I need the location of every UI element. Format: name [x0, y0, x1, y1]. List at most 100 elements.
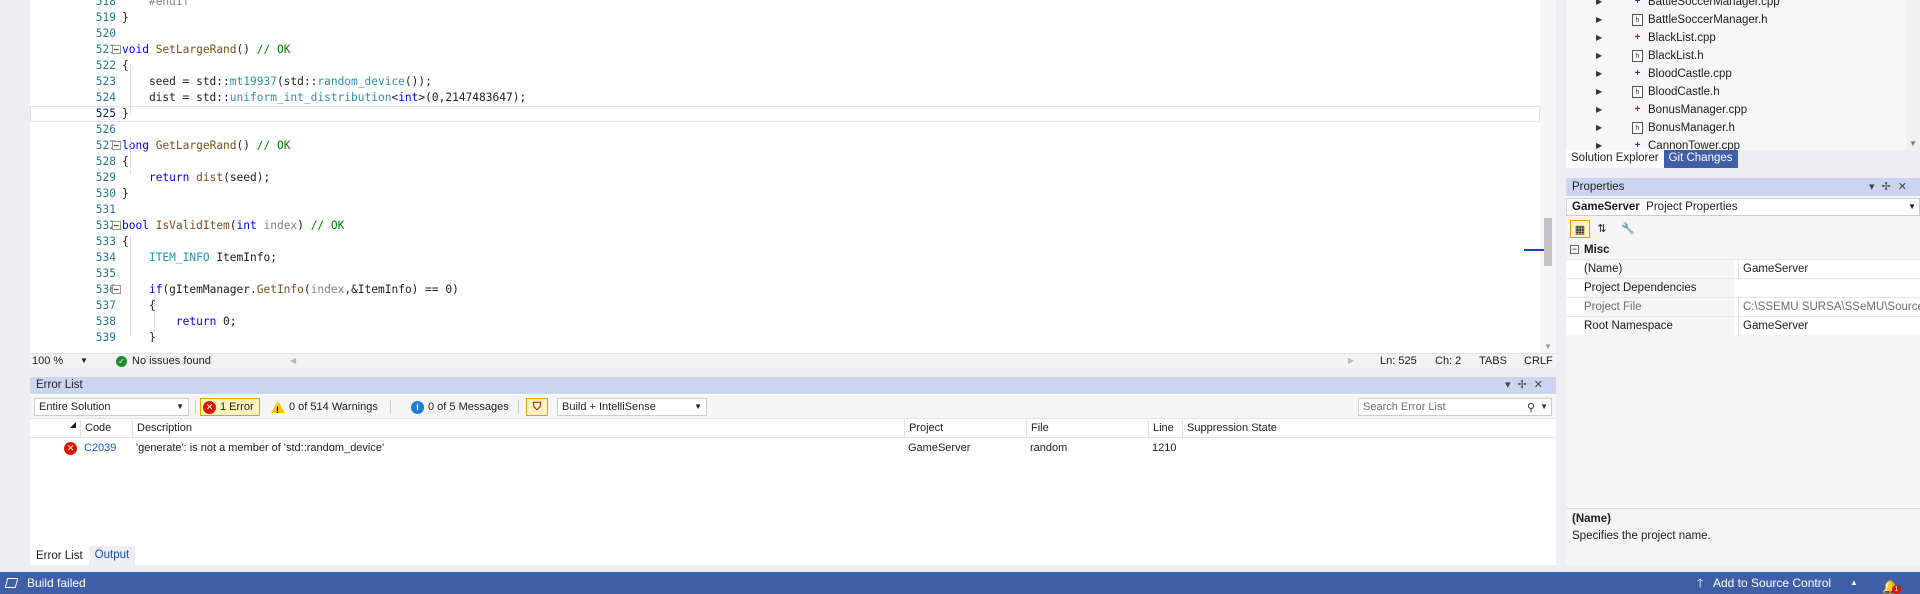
- search-icon[interactable]: ⚲: [1527, 400, 1535, 416]
- expand-icon[interactable]: ▶: [1596, 83, 1602, 101]
- property-value[interactable]: C:\SSEMU SURSA\SSeMU\Source: [1738, 298, 1920, 317]
- issues-status[interactable]: No issues found: [132, 354, 211, 368]
- property-row[interactable]: Project Dependencies: [1566, 278, 1920, 298]
- chevron-down-icon[interactable]: ▼: [1540, 399, 1548, 415]
- error-code-link[interactable]: C2039: [80, 438, 116, 458]
- scrollbar-thumb[interactable]: [1544, 218, 1552, 266]
- line-number: 524: [95, 91, 116, 104]
- column-header-description[interactable]: Description: [132, 420, 904, 438]
- tab-git-changes[interactable]: Git Changes: [1663, 150, 1738, 168]
- code-line[interactable]: 526: [30, 122, 1540, 138]
- property-pages-icon[interactable]: 🔧: [1618, 220, 1638, 238]
- zoom-level[interactable]: 100 %: [32, 354, 87, 368]
- errors-filter-label: 1 Error: [220, 401, 254, 413]
- alphabetical-sort-icon[interactable]: ⇅: [1592, 220, 1612, 238]
- build-filter-dropdown[interactable]: Build + IntelliSense ▼: [557, 398, 707, 416]
- code-line[interactable]: 524 dist = std::uniform_int_distribution…: [30, 90, 1540, 106]
- char-indicator[interactable]: Ch: 2: [1435, 354, 1461, 368]
- properties-titlebar[interactable]: Properties ▾✢✕: [1566, 178, 1920, 196]
- code-line[interactable]: 522 {: [30, 58, 1540, 74]
- window-controls[interactable]: ▾✢✕: [1869, 178, 1914, 196]
- code-line[interactable]: 521 void SetLargeRand() // OK: [30, 42, 1540, 58]
- expand-icon[interactable]: ▶: [1596, 119, 1602, 137]
- code-line[interactable]: 519}: [30, 10, 1540, 26]
- errors-filter-button[interactable]: ✕ 1 Error: [200, 398, 260, 416]
- editor-vertical-scrollbar[interactable]: ▼: [1524, 0, 1556, 353]
- code-line[interactable]: 535: [30, 266, 1540, 282]
- column-header-project[interactable]: Project: [904, 420, 1026, 438]
- code-line[interactable]: 534 ITEM_INFO ItemInfo;: [30, 250, 1540, 266]
- arrow-up-icon[interactable]: 🡑: [1697, 572, 1703, 594]
- messages-filter-button[interactable]: i 0 of 5 Messages: [408, 398, 515, 416]
- code-line[interactable]: 523 seed = std::mt19937(std::random_devi…: [30, 74, 1540, 90]
- expand-icon[interactable]: ▶: [1596, 0, 1602, 11]
- expand-icon[interactable]: ▶: [1596, 65, 1602, 83]
- table-row[interactable]: ✕ C2039 'generate': is not a member of '…: [30, 438, 1556, 458]
- fold-collapse-icon[interactable]: [112, 285, 121, 294]
- scroll-down-icon[interactable]: ▼: [1909, 139, 1917, 148]
- expand-icon[interactable]: ▶: [1596, 101, 1602, 119]
- tab-output[interactable]: Output: [89, 546, 136, 565]
- error-list-search-input[interactable]: Search Error List ⚲ ▼: [1358, 398, 1552, 416]
- error-list-titlebar[interactable]: Error List ▾✢✕: [30, 377, 1556, 394]
- code-line[interactable]: 536 if(gItemManager.GetInfo(index,&ItemI…: [30, 282, 1540, 298]
- window-controls[interactable]: ▾✢✕: [1505, 377, 1550, 394]
- code-text: ITEM_INFO ItemInfo;: [148, 251, 277, 264]
- add-to-source-control-button[interactable]: Add to Source Control: [1713, 572, 1831, 594]
- code-line[interactable]: 539 }: [30, 330, 1540, 342]
- code-line[interactable]: 518 #endif: [30, 0, 1540, 10]
- column-header-code[interactable]: Code: [80, 420, 132, 438]
- expand-icon[interactable]: ▶: [1596, 29, 1602, 47]
- solution-scrollbar[interactable]: ▼: [1906, 0, 1920, 150]
- collapse-icon[interactable]: −: [1570, 245, 1579, 254]
- indent-guide: [154, 292, 155, 332]
- property-value[interactable]: GameServer: [1738, 260, 1920, 279]
- clear-filter-icon[interactable]: ⛉: [526, 398, 548, 416]
- expand-icon[interactable]: ▶: [1596, 11, 1602, 29]
- code-line[interactable]: 532 bool IsValidItem(int index) // OK: [30, 218, 1540, 234]
- file-name: BlackList.cpp: [1648, 32, 1716, 44]
- warnings-filter-button[interactable]: 0 of 514 Warnings: [268, 398, 384, 418]
- code-editor[interactable]: 518 #endif 519} 520 521 void SetLargeRand() …: [30, 0, 1556, 353]
- code-line[interactable]: 520: [30, 26, 1540, 42]
- property-row[interactable]: Root Namespace GameServer: [1566, 316, 1920, 336]
- column-header-file[interactable]: File: [1026, 420, 1148, 438]
- code-line[interactable]: 529 return dist(seed);: [30, 170, 1540, 186]
- code-line[interactable]: 533 {: [30, 234, 1540, 250]
- fold-collapse-icon[interactable]: [112, 221, 121, 230]
- property-row[interactable]: Project File C:\SSEMU SURSA\SSeMU\Source: [1566, 297, 1920, 317]
- zoom-dropdown-icon[interactable]: ▼: [80, 354, 88, 368]
- code-line[interactable]: 531: [30, 202, 1540, 218]
- scroll-left-icon[interactable]: ◀: [290, 354, 296, 368]
- description-name: (Name): [1572, 513, 1611, 525]
- column-header-line[interactable]: Line: [1148, 420, 1182, 438]
- indent-mode[interactable]: TABS: [1479, 354, 1507, 368]
- category-misc[interactable]: − Misc: [1566, 241, 1920, 259]
- object-selector-dropdown[interactable]: GameServer Project Properties ▼: [1566, 198, 1920, 216]
- scroll-down-icon[interactable]: ▼: [1544, 342, 1552, 351]
- property-grid: − Misc (Name) GameServer Project Dependenc…: [1566, 241, 1920, 336]
- line-ending[interactable]: CRLF: [1524, 354, 1553, 368]
- categorized-icon[interactable]: ▦: [1570, 220, 1590, 238]
- code-line[interactable]: 537 {: [30, 298, 1540, 314]
- code-line[interactable]: 538 return 0;: [30, 314, 1540, 330]
- column-header-suppression[interactable]: Suppression State: [1182, 420, 1556, 438]
- code-line[interactable]: 527 long GetLargeRand() // OK: [30, 138, 1540, 154]
- tab-solution-explorer[interactable]: Solution Explorer: [1566, 150, 1664, 168]
- fold-collapse-icon[interactable]: [112, 141, 121, 150]
- column-header-type[interactable]: ◢: [30, 420, 80, 438]
- tab-error-list[interactable]: Error List: [30, 546, 89, 565]
- property-row[interactable]: (Name) GameServer: [1566, 259, 1920, 279]
- code-area[interactable]: 518 #endif 519} 520 521 void SetLargeRand() …: [30, 0, 1556, 342]
- code-line[interactable]: 530}: [30, 186, 1540, 202]
- error-line: 1210: [1152, 442, 1177, 454]
- chevron-up-icon[interactable]: ▲: [1850, 572, 1858, 594]
- expand-icon[interactable]: ▶: [1596, 47, 1602, 65]
- fold-collapse-icon[interactable]: [112, 45, 121, 54]
- scope-dropdown[interactable]: Entire Solution ▼: [34, 398, 189, 416]
- code-line[interactable]: 525}: [30, 106, 1540, 122]
- line-indicator[interactable]: Ln: 525: [1380, 354, 1417, 368]
- property-value[interactable]: GameServer: [1738, 317, 1920, 336]
- scroll-right-icon[interactable]: ▶: [1348, 354, 1354, 368]
- code-line[interactable]: 528 {: [30, 154, 1540, 170]
